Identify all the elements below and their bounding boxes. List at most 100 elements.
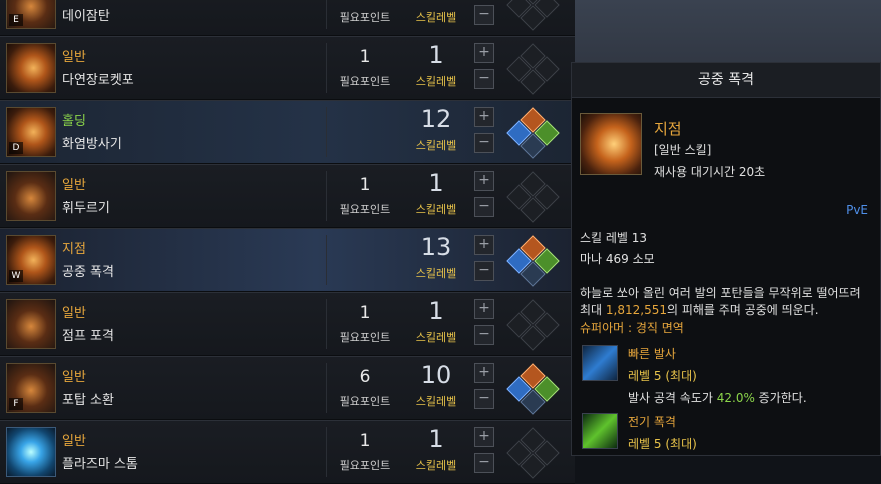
divider bbox=[326, 363, 327, 413]
level-label: 스킬레벨 bbox=[415, 11, 457, 24]
skill-category: 일반 bbox=[62, 306, 86, 321]
skill-icon[interactable]: D bbox=[6, 107, 56, 157]
level-value: 1 bbox=[428, 425, 444, 453]
level-down-button[interactable]: − bbox=[474, 197, 494, 217]
level-value: 1 bbox=[428, 41, 444, 69]
level-up-button[interactable]: + bbox=[474, 235, 494, 255]
tripod-level: 레벨 5 (최대) bbox=[628, 437, 697, 451]
tripod-selector[interactable] bbox=[500, 427, 566, 479]
level-down-button[interactable]: − bbox=[474, 5, 494, 25]
skill-row[interactable]: D 홀딩 화염방사기 12 스킬레벨 + − bbox=[0, 100, 575, 164]
level-label: 스킬레벨 bbox=[415, 139, 457, 152]
points-value: 1 bbox=[359, 303, 371, 323]
level-label: 스킬레벨 bbox=[415, 75, 457, 88]
tripod-name: 전기 폭격 bbox=[628, 415, 676, 429]
desc-text: 발사 공격 속도가 bbox=[628, 391, 717, 405]
hotkey-badge: F bbox=[9, 398, 23, 410]
skill-row[interactable]: 일반 다연장로켓포 1 필요포인트 1 스킬레벨 + − bbox=[0, 36, 575, 100]
skill-category: 일반 bbox=[62, 178, 86, 193]
skill-list: E 데이잠탄 필요포인트 스킬레벨 − 일반 다연장로켓포 1 필요포인트 1 … bbox=[0, 0, 575, 484]
level-value: 1 bbox=[428, 297, 444, 325]
tooltip-mana-cost: 마나 469 소모 bbox=[580, 252, 655, 266]
tripod-icon bbox=[582, 345, 618, 381]
level-value: 1 bbox=[428, 169, 444, 197]
level-value: 12 bbox=[420, 105, 452, 133]
level-down-button[interactable]: − bbox=[474, 133, 494, 153]
level-up-button[interactable]: + bbox=[474, 107, 494, 127]
skill-name: 데이잠탄 bbox=[62, 9, 110, 24]
tooltip-skill-icon bbox=[580, 113, 642, 175]
skill-category: 일반 bbox=[62, 50, 86, 65]
points-value: 1 bbox=[359, 431, 371, 451]
skill-row[interactable]: F 일반 포탑 소환 6 필요포인트 10 스킬레벨 + − bbox=[0, 356, 575, 420]
level-down-button[interactable]: − bbox=[474, 261, 494, 281]
points-value: 1 bbox=[359, 47, 371, 67]
skill-name: 포탑 소환 bbox=[62, 393, 114, 408]
percent-value: 42.0% bbox=[716, 391, 755, 405]
level-up-button[interactable]: + bbox=[474, 299, 494, 319]
tripod-selector[interactable] bbox=[500, 299, 566, 351]
skill-icon[interactable]: W bbox=[6, 235, 56, 285]
divider bbox=[326, 171, 327, 221]
hotkey-badge: D bbox=[9, 142, 23, 154]
tripod-name: 빠른 발사 bbox=[628, 347, 676, 361]
level-up-button[interactable]: + bbox=[474, 171, 494, 191]
divider bbox=[326, 427, 327, 477]
tripod-selector[interactable] bbox=[500, 43, 566, 95]
tooltip-skill-type: [일반 스킬] bbox=[654, 143, 712, 157]
level-down-button[interactable]: − bbox=[474, 325, 494, 345]
level-up-button[interactable]: + bbox=[474, 363, 494, 383]
tooltip-super-armor: 슈퍼아머 : 경직 면역 bbox=[580, 321, 684, 335]
skill-row-selected[interactable]: W 지점 공중 폭격 13 스킬레벨 + − bbox=[0, 228, 575, 292]
tripod-selector[interactable] bbox=[500, 363, 566, 415]
divider bbox=[326, 235, 327, 285]
divider bbox=[326, 299, 327, 349]
hotkey-badge: E bbox=[9, 14, 23, 26]
level-value: 13 bbox=[420, 233, 452, 261]
tripod-selector[interactable] bbox=[500, 107, 566, 159]
skill-category: 일반 bbox=[62, 370, 86, 385]
skill-icon[interactable] bbox=[6, 299, 56, 349]
skill-row[interactable]: E 데이잠탄 필요포인트 스킬레벨 − bbox=[0, 0, 575, 36]
level-label: 스킬레벨 bbox=[415, 459, 457, 472]
tripod-icon bbox=[582, 413, 618, 449]
skill-icon[interactable]: F bbox=[6, 363, 56, 413]
points-label: 필요포인트 bbox=[339, 331, 391, 344]
points-label: 필요포인트 bbox=[339, 395, 391, 408]
hotkey-badge: W bbox=[9, 270, 23, 282]
skill-name: 휘두르기 bbox=[62, 201, 110, 216]
divider bbox=[326, 43, 327, 93]
tripod-selector[interactable] bbox=[500, 0, 566, 31]
level-down-button[interactable]: − bbox=[474, 389, 494, 409]
skill-row[interactable]: 일반 점프 포격 1 필요포인트 1 스킬레벨 + − bbox=[0, 292, 575, 356]
skill-tooltip: 공중 폭격 지점 [일반 스킬] 재사용 대기시간 20초 PvE 스킬 레벨 … bbox=[571, 62, 881, 456]
level-label: 스킬레벨 bbox=[415, 203, 457, 216]
tooltip-description: 하늘로 쏘아 올린 여러 발의 포탄들을 무작위로 떨어뜨려 최대 1,812,… bbox=[580, 285, 872, 319]
points-value: 6 bbox=[359, 367, 371, 387]
skill-icon[interactable] bbox=[6, 427, 56, 477]
desc-text: 증가한다. bbox=[754, 391, 807, 405]
points-label: 필요포인트 bbox=[339, 459, 391, 472]
skill-icon[interactable]: E bbox=[6, 0, 56, 29]
divider bbox=[326, 0, 327, 29]
skill-icon[interactable] bbox=[6, 43, 56, 93]
damage-value: 1,812,551 bbox=[605, 303, 667, 317]
level-down-button[interactable]: − bbox=[474, 453, 494, 473]
skill-category: 일반 bbox=[62, 434, 86, 449]
tripod-level: 레벨 5 (최대) bbox=[628, 369, 697, 383]
tripod-selector[interactable] bbox=[500, 171, 566, 223]
tooltip-skill-level: 스킬 레벨 13 bbox=[580, 231, 648, 245]
tripod-description: 발사 공격 속도가 42.0% 증가한다. bbox=[628, 389, 807, 406]
skill-name: 화염방사기 bbox=[62, 137, 122, 152]
level-up-button[interactable]: + bbox=[474, 427, 494, 447]
level-down-button[interactable]: − bbox=[474, 69, 494, 89]
skill-name: 점프 포격 bbox=[62, 329, 114, 344]
skill-row[interactable]: 일반 플라즈마 스톰 1 필요포인트 1 스킬레벨 + − bbox=[0, 420, 575, 484]
skill-icon[interactable] bbox=[6, 171, 56, 221]
tripod-selector[interactable] bbox=[500, 235, 566, 287]
skill-row[interactable]: 일반 휘두르기 1 필요포인트 1 스킬레벨 + − bbox=[0, 164, 575, 228]
tooltip-category: 지점 bbox=[654, 120, 682, 138]
skill-name: 다연장로켓포 bbox=[62, 73, 134, 88]
level-label: 스킬레벨 bbox=[415, 395, 457, 408]
level-up-button[interactable]: + bbox=[474, 43, 494, 63]
